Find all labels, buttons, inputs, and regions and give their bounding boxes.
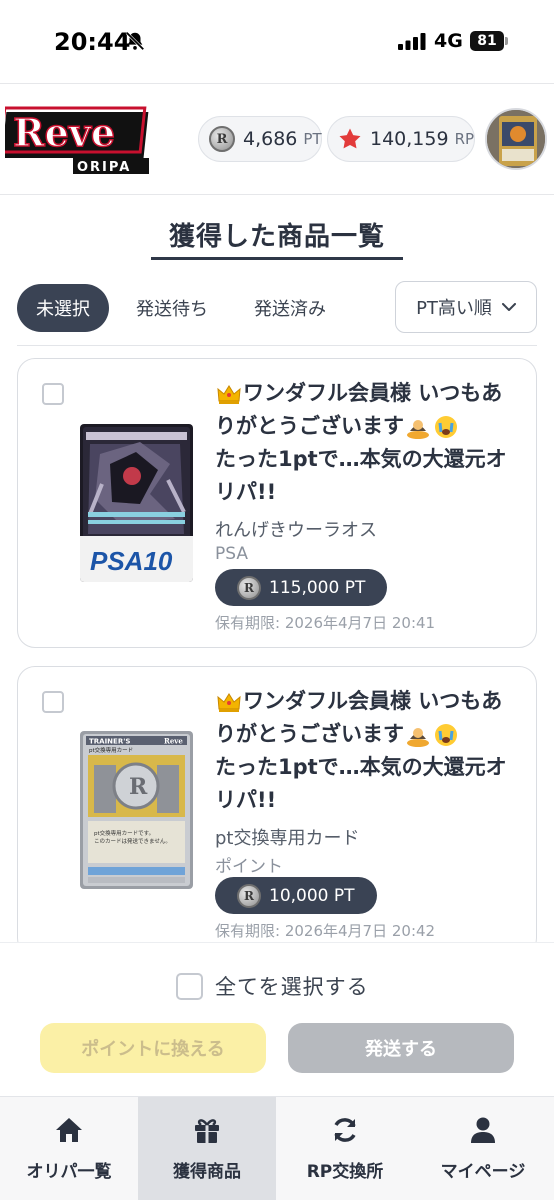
bowing-person-icon	[407, 420, 429, 439]
nav-item-acquired[interactable]: 獲得商品	[138, 1097, 276, 1200]
item-card: TRAINER'S Reve pt交換専用カード R pt交換専用カードです。 …	[17, 666, 537, 956]
bowing-person-icon	[407, 728, 429, 747]
card-header-label: pt交換専用カード	[89, 746, 133, 754]
gift-icon	[195, 1119, 219, 1143]
svg-text:R: R	[129, 774, 148, 800]
tab-awaiting-shipment[interactable]: 発送待ち	[122, 284, 222, 332]
card-brand-label: Reve	[164, 737, 183, 746]
nav-label: 獲得商品	[173, 1162, 241, 1182]
card-image-urshifu-psa10[interactable]: PSA10	[80, 424, 193, 582]
star-icon	[339, 128, 361, 149]
pt-coin-icon: R	[237, 883, 261, 908]
item-category: PSA	[215, 544, 248, 564]
bell-muted-icon	[125, 31, 145, 51]
nav-item-oripa-list[interactable]: オリパ一覧	[0, 1097, 138, 1200]
pt-coin-icon: R	[209, 126, 235, 152]
ship-button[interactable]: 発送する	[288, 1023, 514, 1073]
tab-shipped[interactable]: 発送済み	[238, 284, 342, 332]
card-text-line1: pt交換専用カードです。	[94, 829, 154, 837]
item-title-part1: ワンダフル会員様 いつもありがとうございます	[215, 689, 503, 746]
crying-face-icon	[435, 416, 457, 438]
nav-label: マイページ	[440, 1162, 526, 1182]
user-icon	[471, 1117, 495, 1143]
item-name: pt交換専用カード	[215, 828, 360, 849]
item-title: ワンダフル会員様 いつもありがとうございます たった1ptで…本気の大還元オリパ…	[215, 685, 520, 817]
item-title-part2: たった1ptで…本気の大還元オリパ!!	[215, 447, 507, 504]
price-badge: R 115,000 PT	[215, 569, 387, 606]
pt-coin-icon: R	[237, 575, 261, 600]
signal-icon	[398, 33, 426, 50]
reve-oripa-logo[interactable]: Reve ORIPA	[5, 106, 155, 178]
crown-icon	[217, 385, 241, 404]
nav-item-my-page[interactable]: マイページ	[414, 1097, 552, 1200]
select-all-toggle[interactable]: 全てを選択する	[176, 971, 369, 1001]
select-all-label: 全てを選択する	[215, 975, 369, 999]
rp-unit: RP	[454, 130, 475, 148]
svg-text:ORIPA: ORIPA	[77, 160, 131, 175]
home-icon	[56, 1118, 82, 1142]
bottom-nav: オリパ一覧 獲得商品 RP交換所 マイページ	[0, 1096, 554, 1200]
item-title-part2: たった1ptで…本気の大還元オリパ!!	[215, 755, 507, 812]
item-title: ワンダフル会員様 いつもありがとうございます たった1ptで…本気の大還元オリパ…	[215, 377, 520, 509]
action-bar: 全てを選択する ポイントに換える 発送する	[0, 942, 554, 1097]
nav-item-rp-exchange[interactable]: RP交換所	[276, 1097, 414, 1200]
item-checkbox[interactable]	[42, 691, 64, 713]
network-type: 4G	[434, 30, 463, 52]
battery-icon: 81	[470, 31, 508, 51]
crown-icon	[217, 693, 241, 712]
price-value: 115,000 PT	[269, 577, 366, 598]
expiry-date: 保有期限: 2026年4月7日 20:41	[215, 614, 436, 632]
page-title: 獲得した商品一覧	[168, 222, 385, 252]
price-badge: R 10,000 PT	[215, 877, 377, 914]
item-name: れんげきウーラオス	[215, 520, 377, 541]
tab-unselected[interactable]: 未選択	[17, 284, 109, 332]
sort-label: PT高い順	[416, 298, 492, 319]
refresh-icon	[334, 1118, 356, 1142]
card-text-line2: このカードは発送できません。	[94, 837, 171, 845]
expiry-date: 保有期限: 2026年4月7日 20:42	[215, 922, 436, 940]
pt-balance-value: 4,686	[243, 128, 298, 150]
app-header: Reve ORIPA R 4,686 PT 140,159 RP	[0, 83, 554, 195]
card-image-pt-exchange[interactable]: TRAINER'S Reve pt交換専用カード R pt交換専用カードです。 …	[80, 731, 193, 889]
divider	[17, 345, 537, 346]
nav-label: RP交換所	[306, 1162, 384, 1182]
psa-grade-label: PSA10	[90, 546, 173, 576]
select-all-checkbox[interactable]	[176, 972, 203, 1000]
item-title-part1: ワンダフル会員様 いつもありがとうございます	[215, 381, 503, 438]
svg-text:Reve: Reve	[13, 110, 115, 155]
pt-balance-pill[interactable]: R 4,686 PT	[198, 116, 322, 162]
item-checkbox[interactable]	[42, 383, 64, 405]
avatar[interactable]	[485, 108, 547, 170]
status-time: 20:44	[54, 28, 131, 56]
card-trainer-label: TRAINER'S	[89, 738, 130, 746]
item-card: PSA10 ワンダフル会員様 いつもありがとうございます たった1ptで…本気の…	[17, 358, 537, 648]
crying-face-icon	[435, 724, 457, 746]
status-bar: 20:44 4G 81	[0, 0, 554, 82]
rp-balance-value: 140,159	[370, 128, 449, 150]
pt-unit: PT	[303, 130, 322, 148]
price-value: 10,000 PT	[269, 885, 355, 906]
nav-label: オリパ一覧	[26, 1162, 112, 1182]
battery-level: 81	[470, 31, 504, 51]
chevron-down-icon	[501, 302, 516, 311]
sort-dropdown[interactable]: PT高い順	[395, 281, 537, 333]
rp-balance-pill[interactable]: 140,159 RP	[327, 116, 475, 162]
item-category: ポイント	[215, 857, 283, 877]
convert-to-points-button[interactable]: ポイントに換える	[40, 1023, 266, 1073]
title-underline	[151, 257, 403, 260]
